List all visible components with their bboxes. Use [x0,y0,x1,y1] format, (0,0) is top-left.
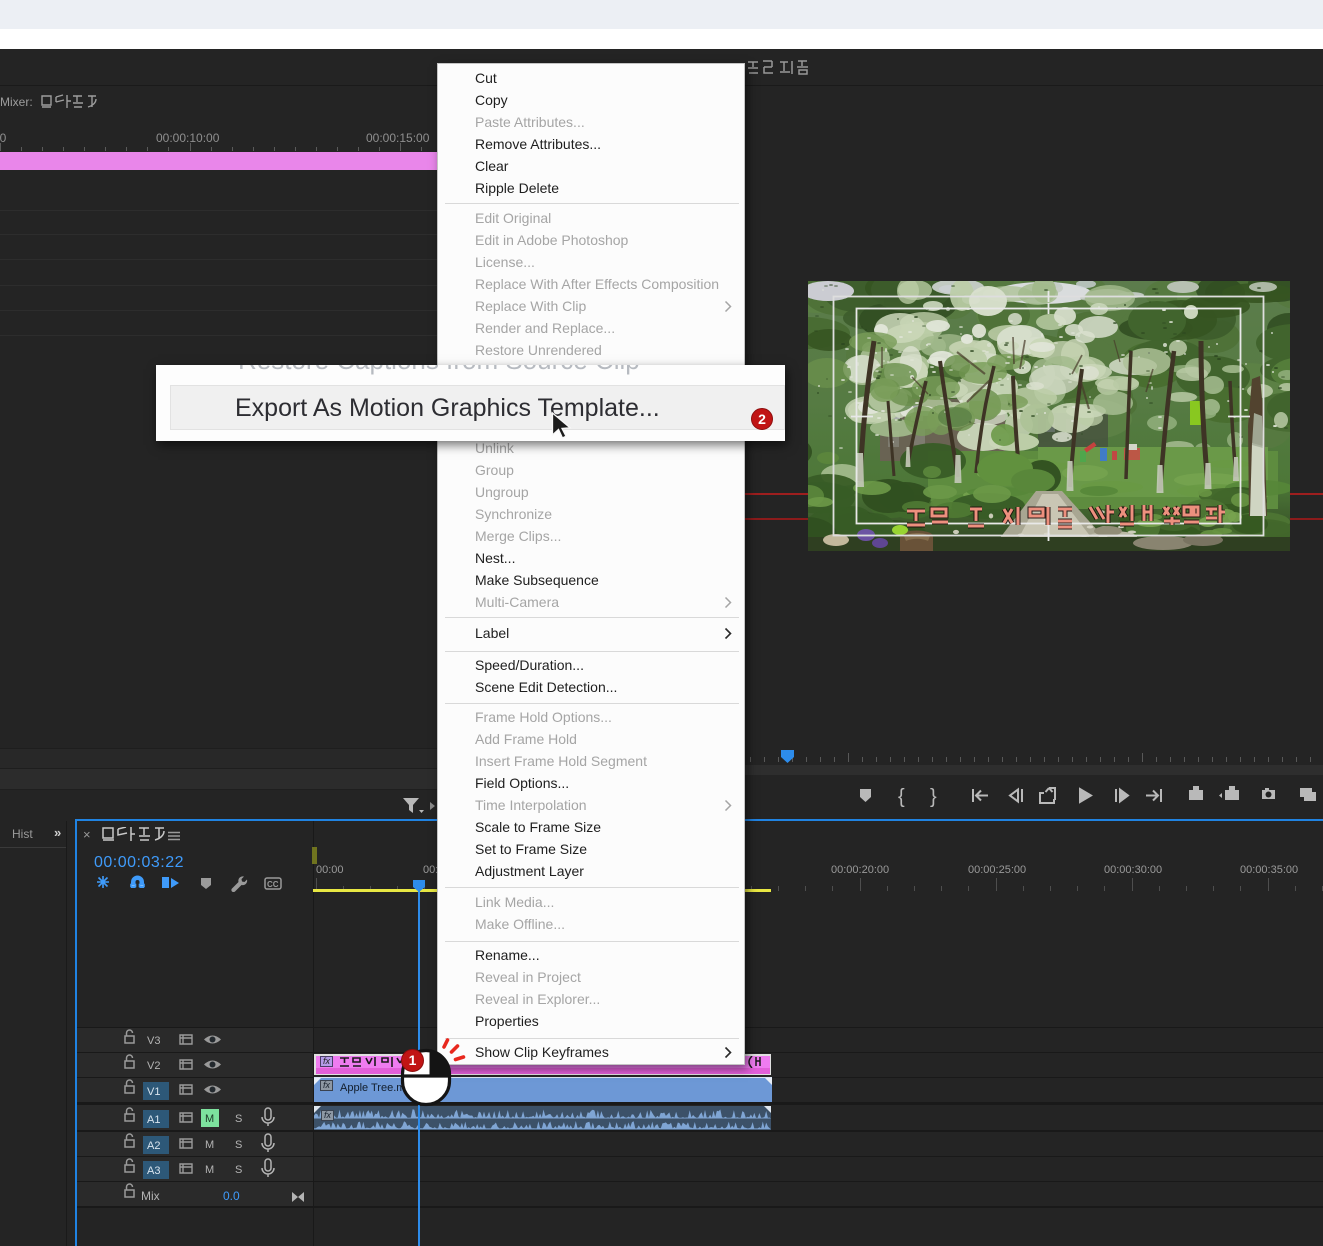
svg-text:V1: V1 [147,1086,160,1098]
svg-text:CC: CC [267,880,279,889]
svg-text:A2: A2 [147,1140,160,1152]
svg-text:{: { [898,786,905,808]
svg-text:0.0: 0.0 [223,1189,240,1203]
svg-text:Mix: Mix [141,1189,160,1203]
svg-text:V2: V2 [147,1060,160,1072]
svg-text:A1: A1 [147,1114,160,1126]
svg-text:S: S [235,1113,242,1125]
svg-text:S: S [235,1139,242,1151]
svg-text:V3: V3 [147,1035,160,1047]
svg-text:M: M [205,1113,214,1125]
svg-text:A3: A3 [147,1165,160,1177]
svg-text:M: M [205,1164,214,1176]
svg-text:}: } [930,786,937,808]
svg-text:S: S [235,1164,242,1176]
svg-text:M: M [205,1139,214,1151]
